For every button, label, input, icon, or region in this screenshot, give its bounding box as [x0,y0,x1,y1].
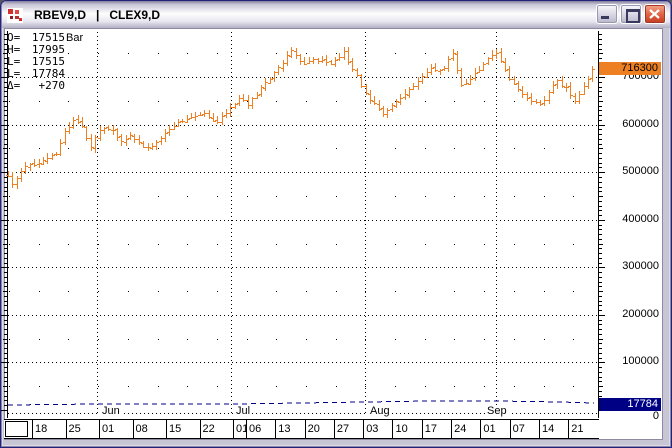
date-cell: 01 [233,420,246,438]
last-price-marker: 716300 [599,62,661,75]
date-cell: 18 [32,420,66,438]
app-icon [7,8,23,23]
price-chart-plot[interactable] [8,31,598,418]
date-axis-spacer-box [5,421,28,437]
date-cell: 17 [422,420,451,438]
date-cell: 08 [133,420,167,438]
price-axis-label: 200000 [622,309,659,320]
date-cell: 24 [451,420,480,438]
tab-rbev9[interactable]: RBEV9,D [28,8,92,22]
date-cell: 03 [363,420,392,438]
date-cell: 27 [334,420,363,438]
date-cell: 22 [200,420,234,438]
overlay-price-marker: 17784 [599,398,661,411]
price-axis-label: 100000 [622,356,659,367]
price-axis-label: 600000 [622,119,659,130]
date-cell: 01 [480,420,509,438]
date-cell: 14 [539,420,568,438]
date-cell: 15 [166,420,200,438]
tab-clex9[interactable]: CLEX9,D [103,8,166,22]
date-cell: 25 [66,420,100,438]
price-axis-label: 400000 [622,214,659,225]
title-bar[interactable]: RBEV9,D | CLEX9,D [2,2,670,28]
price-axis-label: 500000 [622,166,659,177]
date-cell: 06 [246,420,275,438]
date-cell: 07 [510,420,539,438]
date-cell: 10 [392,420,421,438]
date-axis-strip: 18250108152201061320270310172401071421 [4,419,599,439]
date-cell: 01 [99,420,133,438]
date-cell: 20 [305,420,334,438]
price-axis-label: 300000 [622,261,659,272]
date-cell: 21 [568,420,597,438]
chart-window: RBEV9,D | CLEX9,D O=17515 H=17995 L=1751… [0,0,672,448]
price-axis-zero-label: 0 [653,411,659,422]
date-cell: 13 [275,420,304,438]
tab-separator: | [92,8,103,22]
